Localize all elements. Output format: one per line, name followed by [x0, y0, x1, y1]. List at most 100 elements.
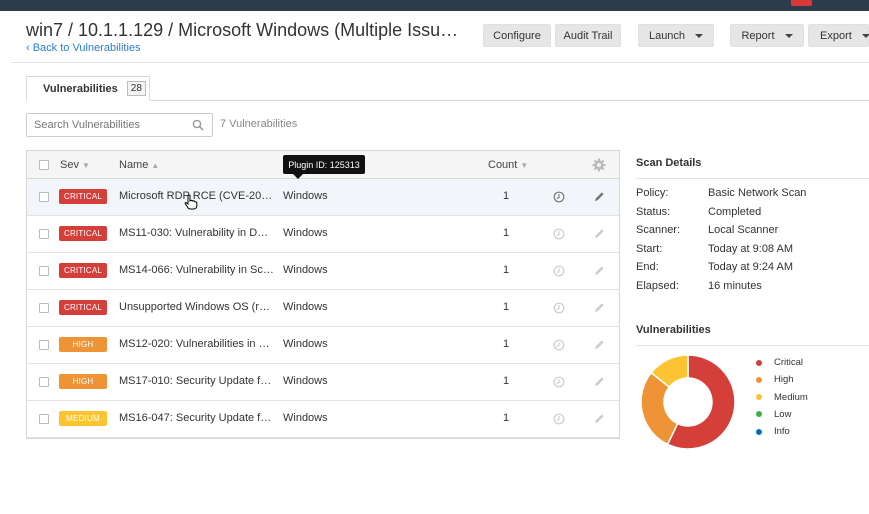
table-row[interactable]: CRITICAL Microsoft RDP RCE (CVE-20… Window… — [27, 179, 619, 216]
launch-button[interactable]: Launch — [638, 24, 714, 47]
vulnerability-count: 1 — [503, 375, 510, 387]
column-header-sev[interactable]: Sev ▼ — [60, 159, 90, 171]
scan-detail-value: 16 minutes — [708, 279, 762, 292]
count-header-label: Count — [488, 159, 518, 171]
severity-badge: MEDIUM — [59, 411, 107, 426]
vulnerability-name[interactable]: MS12-020: Vulnerabilities in … — [119, 338, 270, 350]
audit-trail-label: Audit Trail — [563, 29, 613, 42]
edit-pencil-icon[interactable] — [594, 413, 605, 424]
legend-label: Low — [774, 408, 792, 420]
legend-item-medium: Medium — [756, 392, 808, 403]
snooze-clock-icon[interactable] — [553, 413, 565, 425]
snooze-clock-icon[interactable] — [553, 302, 565, 314]
vulnerability-family: Windows — [283, 264, 328, 276]
sev-header-label: Sev — [60, 159, 79, 171]
legend-label: High — [774, 374, 794, 386]
edit-pencil-icon[interactable] — [594, 228, 605, 239]
vulnerabilities-divider — [636, 345, 869, 346]
chevron-down-icon — [784, 34, 793, 38]
tab-vulnerabilities[interactable]: Vulnerabilities 28 — [26, 76, 150, 101]
sort-ascending-icon: ▲ — [151, 161, 160, 170]
legend-label: Medium — [774, 391, 808, 403]
legend-item-high: High — [756, 374, 794, 385]
scan-details-title: Scan Details — [636, 157, 702, 169]
search-input[interactable] — [26, 113, 213, 137]
edit-pencil-icon[interactable] — [594, 302, 605, 313]
legend-label: Critical — [774, 357, 804, 368]
scan-detail-label: Status: — [636, 205, 671, 218]
notification-badge[interactable] — [791, 0, 812, 6]
hand-cursor-icon — [184, 194, 198, 210]
plugin-id-tooltip: Plugin ID: 125313 — [283, 155, 365, 179]
tab-divider — [26, 100, 869, 101]
row-checkbox[interactable] — [39, 229, 49, 239]
legend-item-low: Low — [756, 409, 791, 420]
snooze-clock-icon[interactable] — [553, 228, 565, 240]
snooze-clock-icon[interactable] — [553, 376, 565, 388]
severity-badge: HIGH — [59, 374, 107, 389]
table-row[interactable]: CRITICAL Unsupported Windows OS (r… Window… — [27, 290, 619, 327]
vulnerability-name[interactable]: MS14-066: Vulnerability in Sc… — [119, 264, 274, 276]
row-checkbox[interactable] — [39, 266, 49, 276]
sort-icon: ▼ — [82, 161, 90, 170]
vulnerability-family: Windows — [283, 227, 328, 239]
export-label: Export — [820, 29, 852, 42]
table-row[interactable]: CRITICAL MS11-030: Vulnerability in D… Win… — [27, 216, 619, 253]
snooze-clock-icon[interactable] — [553, 191, 565, 203]
scan-detail-label: Policy: — [636, 187, 669, 199]
edit-pencil-icon[interactable] — [594, 339, 605, 350]
scan-detail-value: Completed — [708, 205, 762, 218]
audit-trail-button[interactable]: Audit Trail — [555, 24, 621, 47]
vulnerability-count: 7 Vulnerabilities — [220, 118, 298, 130]
vulnerability-name[interactable]: Unsupported Windows OS (r… — [119, 301, 270, 313]
edit-pencil-icon[interactable] — [594, 265, 605, 276]
export-button[interactable]: Export — [808, 24, 869, 47]
vulnerabilities-donut-chart — [640, 354, 736, 450]
chevron-down-icon — [695, 34, 704, 38]
row-checkbox[interactable] — [39, 414, 49, 424]
select-all-checkbox[interactable] — [39, 160, 49, 170]
row-checkbox[interactable] — [39, 340, 49, 350]
tab-label: Vulnerabilities — [43, 82, 118, 95]
gear-icon[interactable] — [592, 158, 606, 172]
column-header-name[interactable]: Name ▲ — [119, 159, 159, 171]
table-row[interactable]: MEDIUM MS16-047: Security Update f… Window… — [27, 401, 619, 438]
report-button[interactable]: Report — [730, 24, 804, 47]
vulnerability-family: Windows — [283, 412, 328, 424]
column-header-count[interactable]: Count ▼ — [488, 159, 528, 171]
legend-label: Info — [774, 426, 790, 438]
legend-item-critical: Critical — [756, 357, 803, 368]
name-header-label: Name — [119, 159, 149, 171]
table-row[interactable]: CRITICAL MS14-066: Vulnerability in Sc… Wi… — [27, 253, 619, 290]
header-divider — [11, 62, 869, 63]
table-row[interactable]: HIGH MS17-010: Security Update f… Windows 1 — [27, 364, 619, 401]
page-title: win7 / 10.1.1.129 / Microsoft Windows (M… — [26, 20, 459, 40]
vulnerability-family: Windows — [283, 338, 328, 350]
scan-detail-label: End: — [636, 261, 659, 273]
vulnerability-family: Windows — [283, 375, 328, 387]
severity-badge: CRITICAL — [59, 263, 107, 278]
snooze-clock-icon[interactable] — [553, 265, 565, 277]
vulnerability-name[interactable]: MS16-047: Security Update f… — [119, 412, 271, 424]
edit-pencil-icon[interactable] — [594, 376, 605, 387]
legend-dot-icon — [756, 394, 762, 401]
edit-pencil-icon[interactable] — [594, 191, 605, 202]
vulnerability-name[interactable]: MS17-010: Security Update f… — [119, 375, 271, 387]
row-checkbox[interactable] — [39, 377, 49, 387]
row-checkbox[interactable] — [39, 192, 49, 202]
vulnerability-count: 1 — [503, 412, 510, 424]
vulnerability-name[interactable]: MS11-030: Vulnerability in D… — [119, 227, 268, 239]
scan-details-divider — [636, 178, 869, 179]
snooze-clock-icon[interactable] — [553, 339, 565, 351]
configure-button[interactable]: Configure — [483, 24, 551, 47]
back-to-vulnerabilities-link[interactable]: ‹ Back to Vulnerabilities — [26, 42, 141, 54]
table-row[interactable]: HIGH MS12-020: Vulnerabilities in … Window… — [27, 327, 619, 364]
row-checkbox[interactable] — [39, 303, 49, 313]
vulnerability-count: 1 — [503, 227, 510, 239]
scan-detail-value: Local Scanner — [708, 224, 779, 236]
scan-detail-value: Basic Network Scan — [708, 187, 807, 199]
vulnerability-family: Windows — [283, 190, 328, 202]
legend-dot-icon — [756, 376, 762, 383]
search-icon[interactable] — [192, 119, 204, 131]
top-nav-bar — [0, 0, 869, 11]
